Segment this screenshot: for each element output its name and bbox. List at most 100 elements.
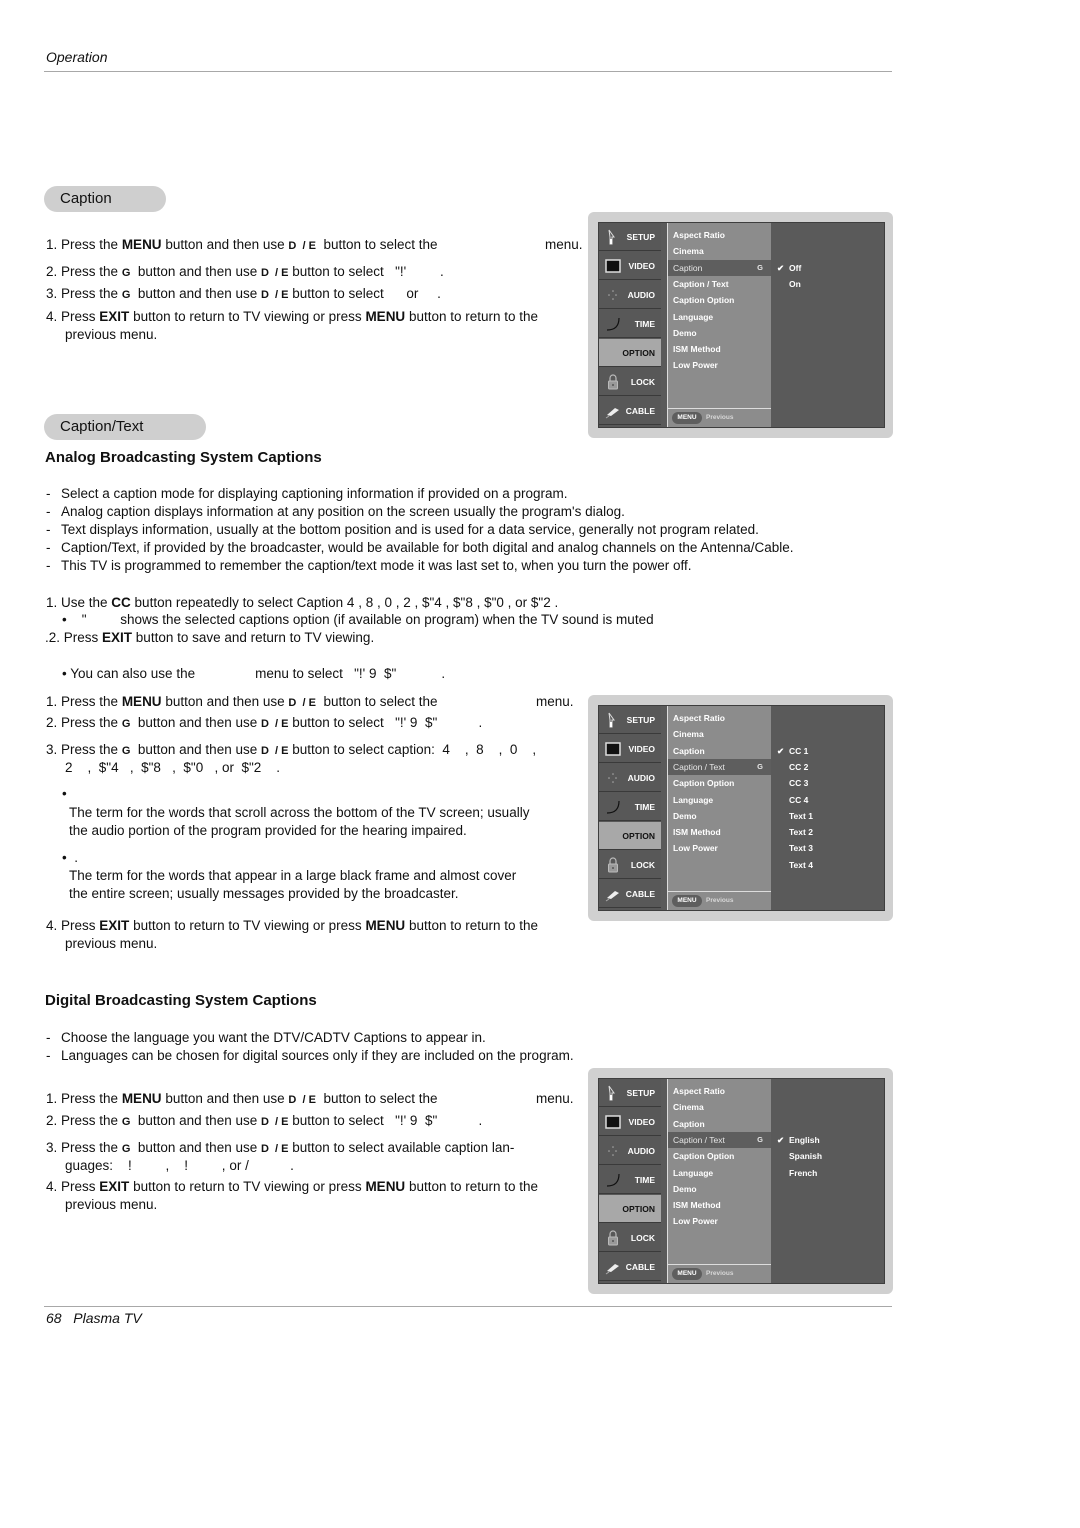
osd-submenu-item[interactable]: Demo [668,808,771,824]
osd-submenu-item[interactable]: Caption Option [668,292,771,308]
osd-submenu-item[interactable]: Cinema [668,1099,771,1115]
osd-nav-item-setup[interactable]: SETUP [599,223,661,251]
osd-nav-item-audio[interactable]: AUDIO [599,764,661,792]
osd-nav-item-video[interactable]: VIDEO [599,735,661,763]
step-line-2: previous menu. [65,327,158,342]
step-line: 4. Press EXIT button to return to TV vie… [46,309,538,325]
cable-icon [605,886,621,902]
osd-screen: SETUP VIDEO AUDIO TIME OPTION LOCK CABLE Aspect… [598,705,885,911]
osd-submenu-item[interactable]: Cinema [668,243,771,259]
osd-submenu-item[interactable]: Caption G [668,259,771,276]
osd-submenu-label: Language [673,794,714,805]
video-icon [605,741,621,757]
osd-option[interactable]: Text 4 [789,857,813,873]
step-text: button to return to TV viewing or press [129,1179,366,1194]
osd-submenu-item[interactable]: Language [668,792,771,808]
osd-submenu-item[interactable]: Low Power [668,1213,771,1229]
osd-option[interactable]: ✔ CC 1 [777,743,809,759]
osd-option[interactable]: ✔ Off [777,260,801,276]
osd-submenu-item[interactable]: ISM Method [668,1197,771,1213]
osd-submenu-item[interactable]: Demo [668,1181,771,1197]
osd-nav-item-setup[interactable]: SETUP [599,1079,661,1107]
osd-nav-item-lock[interactable]: LOCK [599,851,661,879]
lock-icon [605,374,621,390]
osd-option[interactable]: Text 3 [789,840,813,856]
product-name: Plasma TV [73,1310,142,1326]
osd-option[interactable]: Spanish [789,1148,822,1164]
osd-option[interactable]: On [789,276,801,292]
osd-nav-item-cable[interactable]: CABLE [599,397,661,425]
osd-nav-item-time[interactable]: TIME [599,1166,661,1194]
osd-submenu-item[interactable]: Cinema [668,726,771,742]
cable-icon [605,403,621,419]
osd-submenu-item[interactable]: ISM Method [668,824,771,840]
osd-option-label: CC 1 [789,745,809,756]
osd-nav-label: VIDEO [628,261,655,271]
step-text: Press [61,1179,100,1194]
osd-nav-item-option[interactable]: OPTION [599,1195,661,1223]
menu-button[interactable]: MENU [672,412,702,424]
osd-option[interactable]: CC 4 [789,792,808,808]
menu-alternative-note: • You can also use the menu to select "!… [62,666,446,681]
step-number: 3. [46,1140,58,1155]
osd-nav-item-time[interactable]: TIME [599,310,661,338]
osd-submenu-item[interactable]: Caption / Text [668,276,771,292]
osd-submenu-item[interactable]: Language [668,1165,771,1181]
menu-button[interactable]: MENU [672,895,702,907]
step-text: button to return to TV viewing or press [129,309,366,324]
osd-options: ✔ English Spanish French [771,1079,884,1283]
osd-submenu-item[interactable]: Aspect Ratio [668,227,771,243]
menu-button[interactable]: MENU [672,1268,702,1280]
caption-text-section-pill: Caption/Text [44,414,206,440]
osd-submenu-item[interactable]: Aspect Ratio [668,710,771,726]
step-text: button to select "!' 9 $" . [288,1113,483,1128]
step-text: button to return to the [405,309,539,324]
step-text: Press the [61,742,122,757]
osd-nav-item-video[interactable]: VIDEO [599,252,661,280]
osd-nav-label: TIME [634,319,655,329]
osd-submenu-item[interactable]: Low Power [668,840,771,856]
osd-submenu-item[interactable]: Caption / Text G [668,758,771,775]
osd-nav-item-cable[interactable]: CABLE [599,880,661,908]
osd-nav-item-setup[interactable]: SETUP [599,706,661,734]
osd-submenu-label: Language [673,1167,714,1178]
osd-nav-item-cable[interactable]: CABLE [599,1253,661,1281]
osd-submenu-item[interactable]: Caption Option [668,1148,771,1164]
osd-nav-item-option[interactable]: OPTION [599,822,661,850]
osd-nav-item-time[interactable]: TIME [599,793,661,821]
video-icon [605,1114,621,1130]
osd-nav-item-lock[interactable]: LOCK [599,368,661,396]
osd-submenu-item[interactable]: Caption Option [668,775,771,791]
key-up-down-icon: D / E [260,1143,289,1155]
osd-submenu-item[interactable]: Caption [668,743,771,759]
osd-option[interactable]: Text 1 [789,808,813,824]
osd-nav-item-video[interactable]: VIDEO [599,1108,661,1136]
step-line: 2. Press the G button and then use D / E… [46,715,482,732]
osd-submenu-item[interactable]: Caption / Text G [668,1131,771,1148]
step-text: button and then use [130,742,261,757]
osd-options: ✔ CC 1 CC 2 CC 3 CC 4 Text 1 Text 2 Text 3 Text … [771,706,884,910]
osd-nav-item-option[interactable]: OPTION [599,339,661,367]
osd-option[interactable]: CC 3 [789,775,808,791]
osd-submenu-label: Caption [673,745,705,756]
osd-submenu-item[interactable]: Aspect Ratio [668,1083,771,1099]
osd-submenu-item[interactable]: ISM Method [668,341,771,357]
osd-option[interactable]: CC 2 [789,759,808,775]
osd-nav-label: CABLE [625,1262,655,1272]
osd-option[interactable]: ✔ English [777,1132,820,1148]
osd-option-label: English [789,1134,820,1145]
osd-submenu-label: Cinema [673,1102,704,1113]
term-caption-desc-2: the audio portion of the program provide… [69,823,467,838]
osd-nav-item-lock[interactable]: LOCK [599,1224,661,1252]
osd-submenu-item[interactable]: Demo [668,325,771,341]
osd-submenu-item[interactable]: Caption [668,1116,771,1132]
osd-nav-item-audio[interactable]: AUDIO [599,1137,661,1165]
menu-previous-label: Previous [706,414,734,421]
key-up-down-icon: D / E [260,267,289,279]
osd-option[interactable]: French [789,1165,817,1181]
osd-submenu-item[interactable]: Low Power [668,357,771,373]
osd-nav-item-audio[interactable]: AUDIO [599,281,661,309]
osd-option[interactable]: Text 2 [789,824,813,840]
osd-submenu-item[interactable]: Language [668,309,771,325]
step-line: 3. Press the G button and then use D / E… [46,1140,514,1157]
